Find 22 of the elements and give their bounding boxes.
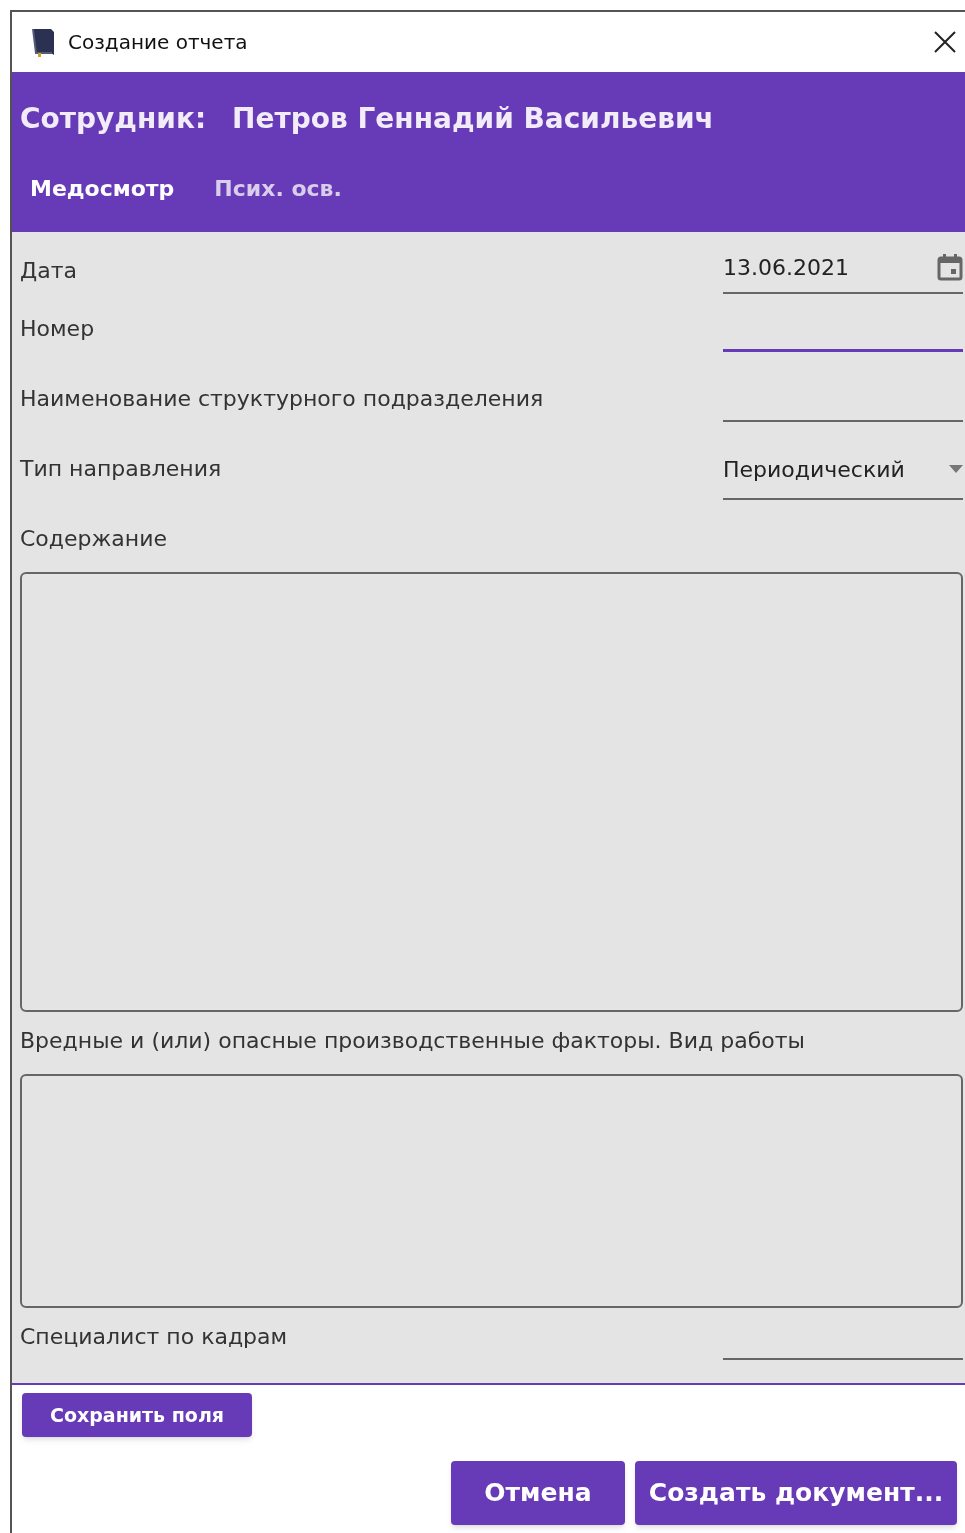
create-document-button[interactable]: Создать документ...: [635, 1461, 957, 1525]
window-title: Создание отчета: [68, 29, 248, 56]
tab[interactable]: Медосмотр: [20, 168, 185, 209]
cancel-button[interactable]: Отмена: [451, 1461, 625, 1525]
book-icon: [30, 27, 56, 57]
field-label: Наименование структурного подразделения: [20, 385, 544, 413]
field-label: Номер: [20, 315, 95, 343]
close-icon[interactable]: [933, 30, 957, 54]
calendar-icon[interactable]: [937, 253, 963, 281]
dropdown-field[interactable]: Периодический: [723, 440, 963, 500]
field-label: Содержание: [20, 525, 169, 553]
employee-name: Петров Геннадий Васильевич: [232, 101, 714, 137]
employee-label: Сотрудник:: [20, 101, 207, 137]
field-label: Специалист по кадрам: [20, 1323, 288, 1351]
field-label: Вредные и (или) опасные производственные факторы. Вид работы: [20, 1027, 806, 1055]
field-label: Дата: [20, 257, 77, 285]
caret-icon: [949, 465, 963, 473]
save-fields-button[interactable]: Сохранить поля: [22, 1393, 252, 1437]
text-area[interactable]: [20, 1074, 963, 1308]
field-label: Тип направления: [20, 455, 222, 483]
tab[interactable]: Псих. осв.: [204, 168, 352, 209]
date-field[interactable]: 13.06.2021: [723, 242, 963, 294]
